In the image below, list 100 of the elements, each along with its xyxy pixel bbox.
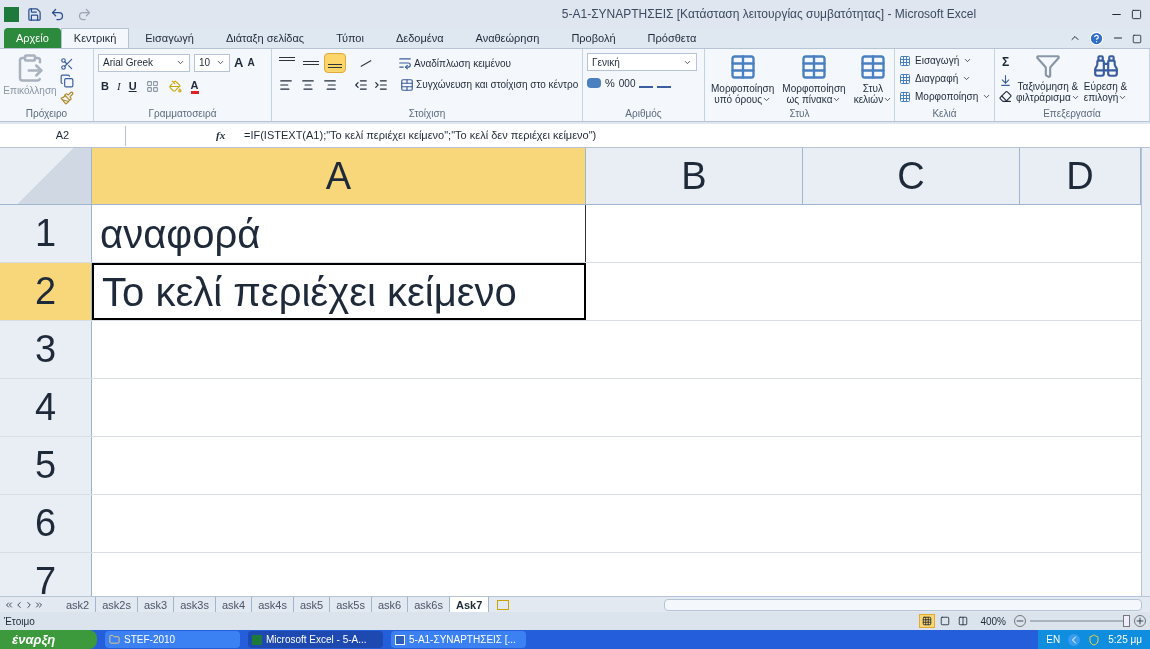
help-icon[interactable]	[1089, 31, 1104, 46]
formula-field[interactable]: =IF(ISTEXT(A1);"Το κελί περιέχει κείμενο";"Το κελί δεν περιέχει κείμενο")	[236, 127, 597, 144]
ribbon-tab[interactable]: Κεντρική	[60, 28, 130, 48]
ribbon-tab[interactable]: Εισαγωγή	[129, 28, 210, 48]
bold-button[interactable]: B	[98, 76, 112, 97]
grid-icon	[899, 90, 911, 103]
wrap-text-button[interactable]: Αναδίπλωση κειμένου	[414, 55, 512, 71]
percent-button[interactable]: %	[605, 75, 615, 92]
undo-icon[interactable]	[50, 6, 65, 22]
table-cell[interactable]: αναφορά	[92, 205, 586, 262]
editing-button[interactable]: Εύρεση & επιλογή	[1083, 53, 1128, 103]
ribbon-tab[interactable]: Δεδομένα	[379, 28, 460, 48]
decrease-indent-icon[interactable]	[354, 77, 368, 92]
style-button[interactable]: Μορφοποίηση ως πίνακα	[780, 53, 848, 105]
cells-button[interactable]: Μορφοποίηση	[899, 89, 992, 104]
zoom-slider-thumb[interactable]	[1123, 615, 1130, 627]
style-button[interactable]: Μορφοποίηση υπό όρους	[709, 53, 777, 105]
caret-icon	[832, 95, 842, 104]
cells-button[interactable]: Διαγραφή	[899, 71, 992, 86]
increase-indent-icon[interactable]	[374, 77, 388, 92]
zoom-in-icon[interactable]	[1134, 615, 1146, 627]
restore-icon[interactable]	[1131, 8, 1142, 20]
ribbon-tab[interactable]: Αναθεώρηση	[459, 28, 556, 48]
format-painter-icon[interactable]	[60, 91, 74, 105]
normal-view-icon	[922, 616, 933, 626]
autosum-button[interactable]: Σ	[999, 53, 1012, 71]
row-header[interactable]: 4	[0, 379, 92, 436]
caret-icon	[762, 95, 772, 104]
last-sheet-icon[interactable]	[34, 599, 44, 610]
italic-button[interactable]: I	[113, 76, 124, 97]
fill-icon[interactable]	[999, 74, 1012, 87]
column-header[interactable]: C	[803, 148, 1020, 204]
column-header[interactable]: B	[586, 148, 803, 204]
save-icon[interactable]	[27, 6, 42, 22]
binoculars-icon	[1092, 53, 1119, 79]
zoom-level: 400%	[980, 614, 1006, 629]
previous-sheet-icon[interactable]	[14, 599, 24, 610]
row-header[interactable]: 1	[0, 205, 92, 262]
name-box[interactable]: A2	[0, 125, 126, 146]
table-icon	[728, 53, 757, 81]
ribbon-tab[interactable]: Τύποι	[320, 28, 380, 48]
align-right-icon[interactable]	[323, 77, 337, 92]
filter-icon	[1034, 53, 1061, 79]
fill-color-icon[interactable]	[168, 80, 182, 93]
group-label: Αριθμός	[625, 109, 662, 119]
sheet-tab[interactable]: Ask7	[450, 596, 490, 613]
ribbon-tab[interactable]: Πρόσθετα	[631, 28, 713, 48]
group-label: Επεξεργασία	[1043, 109, 1101, 119]
ribbon-tab[interactable]: Προβολή	[555, 28, 632, 48]
cells-button[interactable]: Εισαγωγή	[899, 53, 992, 68]
cut-icon[interactable]	[60, 57, 74, 71]
number-format-field[interactable]: Γενική	[587, 53, 697, 71]
caret-icon	[1118, 93, 1128, 102]
view-button[interactable]	[919, 614, 936, 628]
group-label: Πρόχειρο	[25, 109, 68, 119]
status-text: Έτοιμο	[4, 614, 36, 629]
start-button[interactable]: έναρξη	[0, 630, 97, 649]
merge-center-button[interactable]: Συγχώνευση και στοίχιση στο κέντρο	[416, 77, 579, 92]
align-left-icon[interactable]	[279, 77, 293, 92]
row-header[interactable]: 6	[0, 495, 92, 552]
taskbar-button[interactable]: STEF-2010	[105, 631, 240, 648]
taskbar-button[interactable]: 5-A1-ΣΥΝΑΡΤΗΣΕΙΣ [...	[391, 631, 526, 648]
font-color-button[interactable]: A	[187, 76, 202, 97]
language-indicator[interactable]: EN	[1046, 632, 1061, 647]
font-family-field[interactable]: Arial Greek	[98, 53, 190, 72]
table-icon	[858, 53, 887, 81]
align-center-icon[interactable]	[301, 77, 315, 92]
eraser-icon[interactable]	[999, 90, 1012, 103]
row-header[interactable]: 2	[0, 263, 92, 320]
file-tab[interactable]: Αρχείο	[4, 28, 61, 48]
vertical-align-button[interactable]	[324, 53, 346, 73]
row-header[interactable]: 3	[0, 321, 92, 378]
row-header[interactable]: 5	[0, 437, 92, 494]
caret-icon	[1070, 93, 1080, 102]
ribbon-tab[interactable]: Διάταξη σελίδας	[209, 28, 321, 48]
font-size-field[interactable]: 10	[194, 53, 230, 72]
grow-font-button[interactable]: A	[234, 53, 244, 73]
restore-icon[interactable]	[1132, 34, 1142, 44]
row-header[interactable]: 7	[0, 553, 92, 596]
grid-icon	[899, 72, 911, 85]
shrink-font-button[interactable]: A	[247, 55, 255, 71]
copy-icon[interactable]	[60, 74, 74, 88]
insert-function-button[interactable]: fx	[216, 127, 236, 144]
group-label: Γραμματοσειρά	[148, 109, 217, 119]
style-button[interactable]: Στυλ κελιών	[851, 53, 895, 105]
borders-icon[interactable]	[145, 80, 159, 93]
window-title: 5-A1-ΣΥΝΑΡΤΗΣΕΙΣ [Κατάσταση λειτουργίας συμβατότητας] - Microsoft Excel	[560, 6, 978, 23]
horizontal-scrollbar[interactable]	[664, 598, 1142, 611]
vertical-scrollbar[interactable]	[1141, 148, 1150, 596]
grid-icon	[899, 54, 911, 67]
thousands-button[interactable]: 000	[618, 75, 636, 91]
underline-button[interactable]: U	[125, 76, 140, 97]
first-sheet-icon[interactable]	[4, 599, 14, 610]
page-layout-icon	[940, 616, 951, 626]
group-label: Κελιά	[932, 109, 957, 119]
next-sheet-icon[interactable]	[24, 599, 34, 610]
table-cell[interactable]: Το κελί περιέχει κείμενο	[92, 263, 586, 320]
editing-button[interactable]: Ταξινόμηση & φιλτράρισμα	[1016, 53, 1080, 103]
taskbar-button[interactable]: Microsoft Excel - 5-A...	[248, 631, 383, 648]
column-header[interactable]: A	[92, 148, 586, 204]
